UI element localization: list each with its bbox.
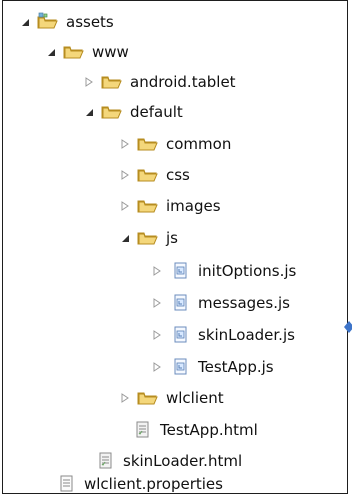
tree-item-label: wlclient (166, 389, 224, 407)
tree-item-label: initOptions.js (198, 262, 297, 280)
collapse-arrow-icon[interactable] (119, 169, 131, 181)
collapse-arrow-icon[interactable] (119, 392, 131, 404)
tree-item-js[interactable]: js (119, 223, 178, 253)
folder-source-icon (37, 12, 59, 32)
tree-item-common[interactable]: common (119, 129, 231, 159)
tree-item-label: images (166, 197, 221, 215)
project-explorer-tree-frame: assets www android.tablet default common… (2, 0, 352, 494)
collapse-arrow-icon[interactable] (119, 200, 131, 212)
tree-item-wlclient[interactable]: wlclient (119, 383, 224, 413)
tree-item-label: css (166, 166, 190, 184)
tree-item-label: TestApp.html (160, 421, 258, 439)
tree-item-assets[interactable]: assets (19, 7, 114, 37)
collapse-arrow-icon[interactable] (151, 329, 163, 341)
expand-arrow-icon[interactable] (19, 16, 31, 28)
tree-item-images[interactable]: images (119, 191, 221, 221)
html-file-icon (94, 451, 116, 471)
tree-item-label: android.tablet (130, 73, 236, 91)
folder-icon (137, 228, 159, 248)
folder-icon (137, 165, 159, 185)
tree-item-initoptions-js[interactable]: initOptions.js (151, 256, 296, 286)
tree-item-label: www (92, 43, 129, 61)
tree-item-www[interactable]: www (45, 37, 129, 67)
tree-item-messages-js[interactable]: messages.js (151, 288, 290, 318)
folder-icon (137, 196, 159, 216)
expand-arrow-icon[interactable] (83, 106, 95, 118)
html-file-icon (131, 420, 153, 440)
tree-item-label: js (166, 229, 178, 247)
tree-item-default[interactable]: default (83, 97, 183, 127)
expand-arrow-icon[interactable] (45, 46, 57, 58)
collapse-arrow-icon[interactable] (151, 361, 163, 373)
js-file-icon (169, 293, 191, 313)
collapse-arrow-icon[interactable] (119, 138, 131, 150)
tree-item-css[interactable]: css (119, 160, 190, 190)
collapse-arrow-icon[interactable] (151, 297, 163, 309)
properties-file-icon (55, 474, 77, 494)
folder-icon (101, 72, 123, 92)
tree-item-testapp-html[interactable]: TestApp.html (131, 415, 258, 445)
tree-item-label: common (166, 135, 232, 153)
js-file-icon (169, 261, 191, 281)
folder-icon (137, 134, 159, 154)
tree-item-label: wlclient.properties (84, 475, 223, 493)
expand-arrow-icon[interactable] (119, 232, 131, 244)
tree-item-skinloader-js[interactable]: skinLoader.js (151, 320, 295, 350)
selection-marker-icon (344, 321, 352, 333)
tree-item-label: default (130, 103, 183, 121)
collapse-arrow-icon[interactable] (83, 76, 95, 88)
tree-item-android-tablet[interactable]: android.tablet (83, 67, 236, 97)
folder-icon (63, 42, 85, 62)
tree-item-label: assets (66, 13, 114, 31)
tree-item-label: skinLoader.html (123, 452, 243, 470)
folder-icon (101, 102, 123, 122)
collapse-arrow-icon[interactable] (151, 265, 163, 277)
tree-item-label: messages.js (198, 294, 290, 312)
tree-item-label: skinLoader.js (198, 326, 295, 344)
tree-item-testapp-js[interactable]: TestApp.js (151, 352, 274, 382)
tree-item-label: TestApp.js (198, 358, 274, 376)
js-file-icon (169, 357, 191, 377)
folder-icon (137, 388, 159, 408)
js-file-icon (169, 325, 191, 345)
